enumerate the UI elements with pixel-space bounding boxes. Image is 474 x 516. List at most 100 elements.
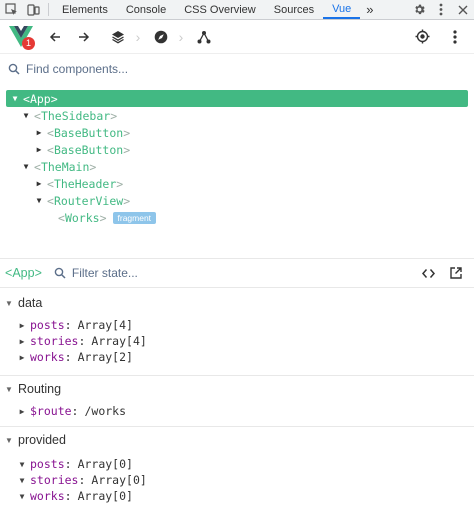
colon: : xyxy=(64,489,72,503)
colon: : xyxy=(78,334,86,348)
state-property-row[interactable]: ▼ posts: Array[0] xyxy=(0,456,474,472)
tree-node-basebutton[interactable]: ▶ < BaseButton > xyxy=(0,124,474,141)
close-devtools-icon[interactable] xyxy=(452,5,474,15)
device-toolbar-icon[interactable] xyxy=(22,0,44,19)
vue-logo-icon: 1 xyxy=(6,22,36,52)
caret-right-icon[interactable]: ▶ xyxy=(16,337,28,346)
state-property-row[interactable]: ▶ stories: Array[4] xyxy=(0,333,474,349)
component-search-bar xyxy=(0,56,474,82)
component-name: TheMain xyxy=(40,159,90,174)
section-title: provided xyxy=(18,433,66,447)
tag-open-bracket: < xyxy=(34,159,41,174)
tag-open-bracket: < xyxy=(47,193,54,208)
tree-node-themain[interactable]: ▼ < TheMain > xyxy=(0,158,474,175)
caret-down-icon[interactable]: ▼ xyxy=(10,94,20,103)
section-header[interactable]: ▼ Routing xyxy=(0,378,474,400)
tab-console[interactable]: Console xyxy=(117,0,175,19)
components-layers-icon[interactable] xyxy=(105,24,131,50)
component-search-input[interactable] xyxy=(26,62,426,76)
selected-component-name: App xyxy=(12,266,35,280)
property-value: Array[4] xyxy=(91,334,147,348)
state-property-row[interactable]: ▶ posts: Array[4] xyxy=(0,317,474,333)
state-section-data: ▼ data ▶ posts: Array[4] ▶ stories: Arra… xyxy=(0,292,474,365)
tab-elements[interactable]: Elements xyxy=(53,0,117,19)
tree-node-routerview[interactable]: ▼ < RouterView > xyxy=(0,192,474,209)
vue-toolbar: 1 › › xyxy=(0,20,474,54)
tag-close-bracket: > xyxy=(123,193,131,208)
state-section-provided: ▼ provided ▼ posts: Array[0] ▼ stories: … xyxy=(0,426,474,504)
caret-down-icon[interactable]: ▼ xyxy=(0,436,18,445)
fragment-badge: fragment xyxy=(112,211,157,224)
caret-down-icon[interactable]: ▼ xyxy=(16,460,28,469)
colon: : xyxy=(78,473,86,487)
caret-right-icon[interactable]: ▶ xyxy=(16,407,28,416)
back-button[interactable] xyxy=(42,24,68,50)
tree-node-works[interactable]: < Works > fragment xyxy=(0,209,474,226)
tag-close-bracket: > xyxy=(123,125,131,140)
caret-down-icon[interactable]: ▼ xyxy=(0,385,18,394)
caret-down-icon[interactable]: ▼ xyxy=(16,492,28,501)
open-in-editor-icon[interactable] xyxy=(444,261,468,285)
section-header[interactable]: ▼ provided xyxy=(0,429,474,451)
devtools-tab-bar: Elements Console CSS Overview Sources Vu… xyxy=(0,0,474,20)
section-title: data xyxy=(18,296,43,310)
colon: : xyxy=(64,457,72,471)
state-property-row[interactable]: ▶ works: Array[2] xyxy=(0,349,474,365)
caret-right-icon[interactable]: ▶ xyxy=(16,353,28,362)
state-property-row[interactable]: ▼ works: Array[0] xyxy=(0,488,474,504)
property-key: stories xyxy=(30,334,79,348)
routes-graph-icon[interactable] xyxy=(191,24,217,50)
selected-component-label: <App> xyxy=(5,266,42,280)
tag-close-bracket: > xyxy=(116,176,124,191)
section-header[interactable]: ▼ data xyxy=(0,292,474,314)
tag-close-bracket: > xyxy=(110,108,118,123)
caret-right-icon[interactable]: ▶ xyxy=(34,145,44,154)
property-key: $route xyxy=(30,404,72,418)
more-options-icon[interactable] xyxy=(442,24,468,50)
colon: : xyxy=(71,404,79,418)
select-component-target-icon[interactable] xyxy=(409,24,435,50)
colon: : xyxy=(64,318,72,332)
property-value: Array[4] xyxy=(77,318,133,332)
inspect-element-icon[interactable] xyxy=(0,0,22,19)
state-filter-input[interactable] xyxy=(71,266,402,280)
caret-right-icon[interactable]: ▶ xyxy=(34,179,44,188)
timeline-compass-icon[interactable] xyxy=(148,24,174,50)
tab-sources[interactable]: Sources xyxy=(265,0,323,19)
tree-node-theheader[interactable]: ▶ < TheHeader > xyxy=(0,175,474,192)
caret-down-icon[interactable]: ▼ xyxy=(21,111,31,120)
tree-node-app[interactable]: ▼ < App > xyxy=(6,90,468,107)
chevron-right-icon: › xyxy=(178,28,184,45)
caret-down-icon[interactable]: ▼ xyxy=(21,162,31,171)
inspect-dom-code-icon[interactable] xyxy=(416,261,440,285)
section-title: Routing xyxy=(18,382,62,396)
caret-down-icon[interactable]: ▼ xyxy=(16,476,28,485)
component-name: BaseButton xyxy=(53,125,124,140)
tag-open-bracket: < xyxy=(47,176,54,191)
component-name: RouterView xyxy=(53,193,124,208)
gear-icon[interactable] xyxy=(408,3,430,16)
caret-down-icon[interactable]: ▼ xyxy=(0,299,18,308)
kebab-menu-icon[interactable] xyxy=(430,3,452,16)
caret-right-icon[interactable]: ▶ xyxy=(16,321,28,330)
property-key: works xyxy=(30,489,65,503)
component-name: TheSidebar xyxy=(40,108,111,123)
component-name: BaseButton xyxy=(53,142,124,157)
tab-css-overview[interactable]: CSS Overview xyxy=(175,0,265,19)
tab-vue[interactable]: Vue xyxy=(323,0,361,19)
component-tree: ▼ < App > ▼ < TheSidebar > ▶ < BaseButton > ▶ … xyxy=(0,90,474,226)
state-property-row[interactable]: ▼ stories: Array[0] xyxy=(0,472,474,488)
property-value: Array[0] xyxy=(77,457,133,471)
tree-node-basebutton[interactable]: ▶ < BaseButton > xyxy=(0,141,474,158)
tag-close-bracket: > xyxy=(89,159,97,174)
search-icon xyxy=(54,267,66,279)
caret-down-icon[interactable]: ▼ xyxy=(34,196,44,205)
search-icon xyxy=(8,63,20,75)
tree-node-thesidebar[interactable]: ▼ < TheSidebar > xyxy=(0,107,474,124)
caret-right-icon[interactable]: ▶ xyxy=(34,128,44,137)
property-value: Array[2] xyxy=(77,350,133,364)
forward-button[interactable] xyxy=(71,24,97,50)
more-tabs-icon[interactable]: » xyxy=(360,0,379,19)
tag-close-bracket: > xyxy=(34,266,42,280)
state-property-row[interactable]: ▶ $route: /works xyxy=(0,403,474,419)
